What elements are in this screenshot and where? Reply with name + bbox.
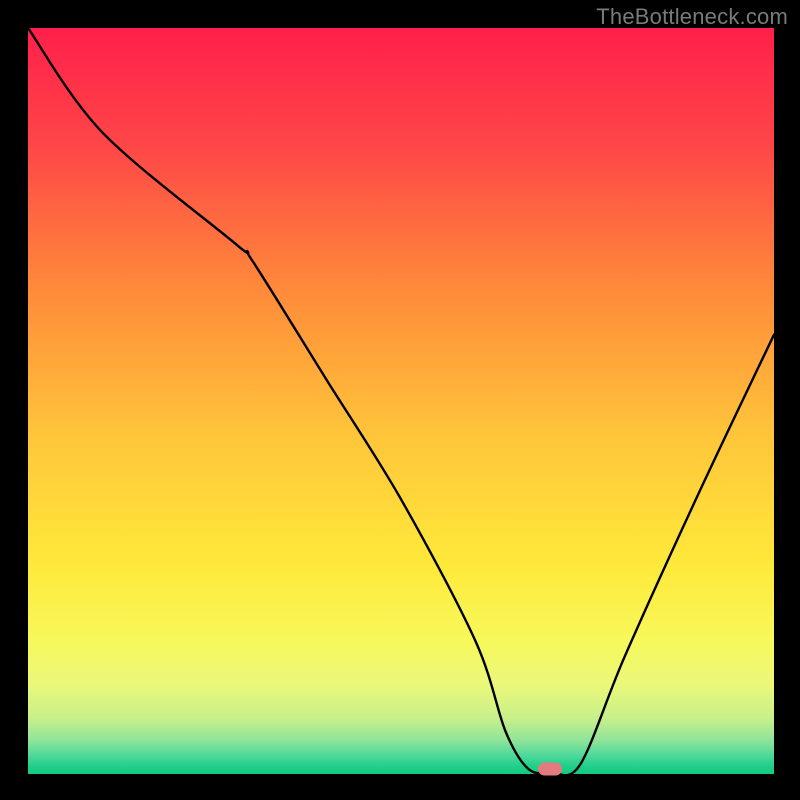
chart-plot-area xyxy=(28,28,774,776)
bottleneck-curve xyxy=(28,28,774,775)
optimal-point-marker xyxy=(538,762,562,775)
chart-curve-svg xyxy=(28,28,774,776)
watermark-text: TheBottleneck.com xyxy=(596,4,788,30)
